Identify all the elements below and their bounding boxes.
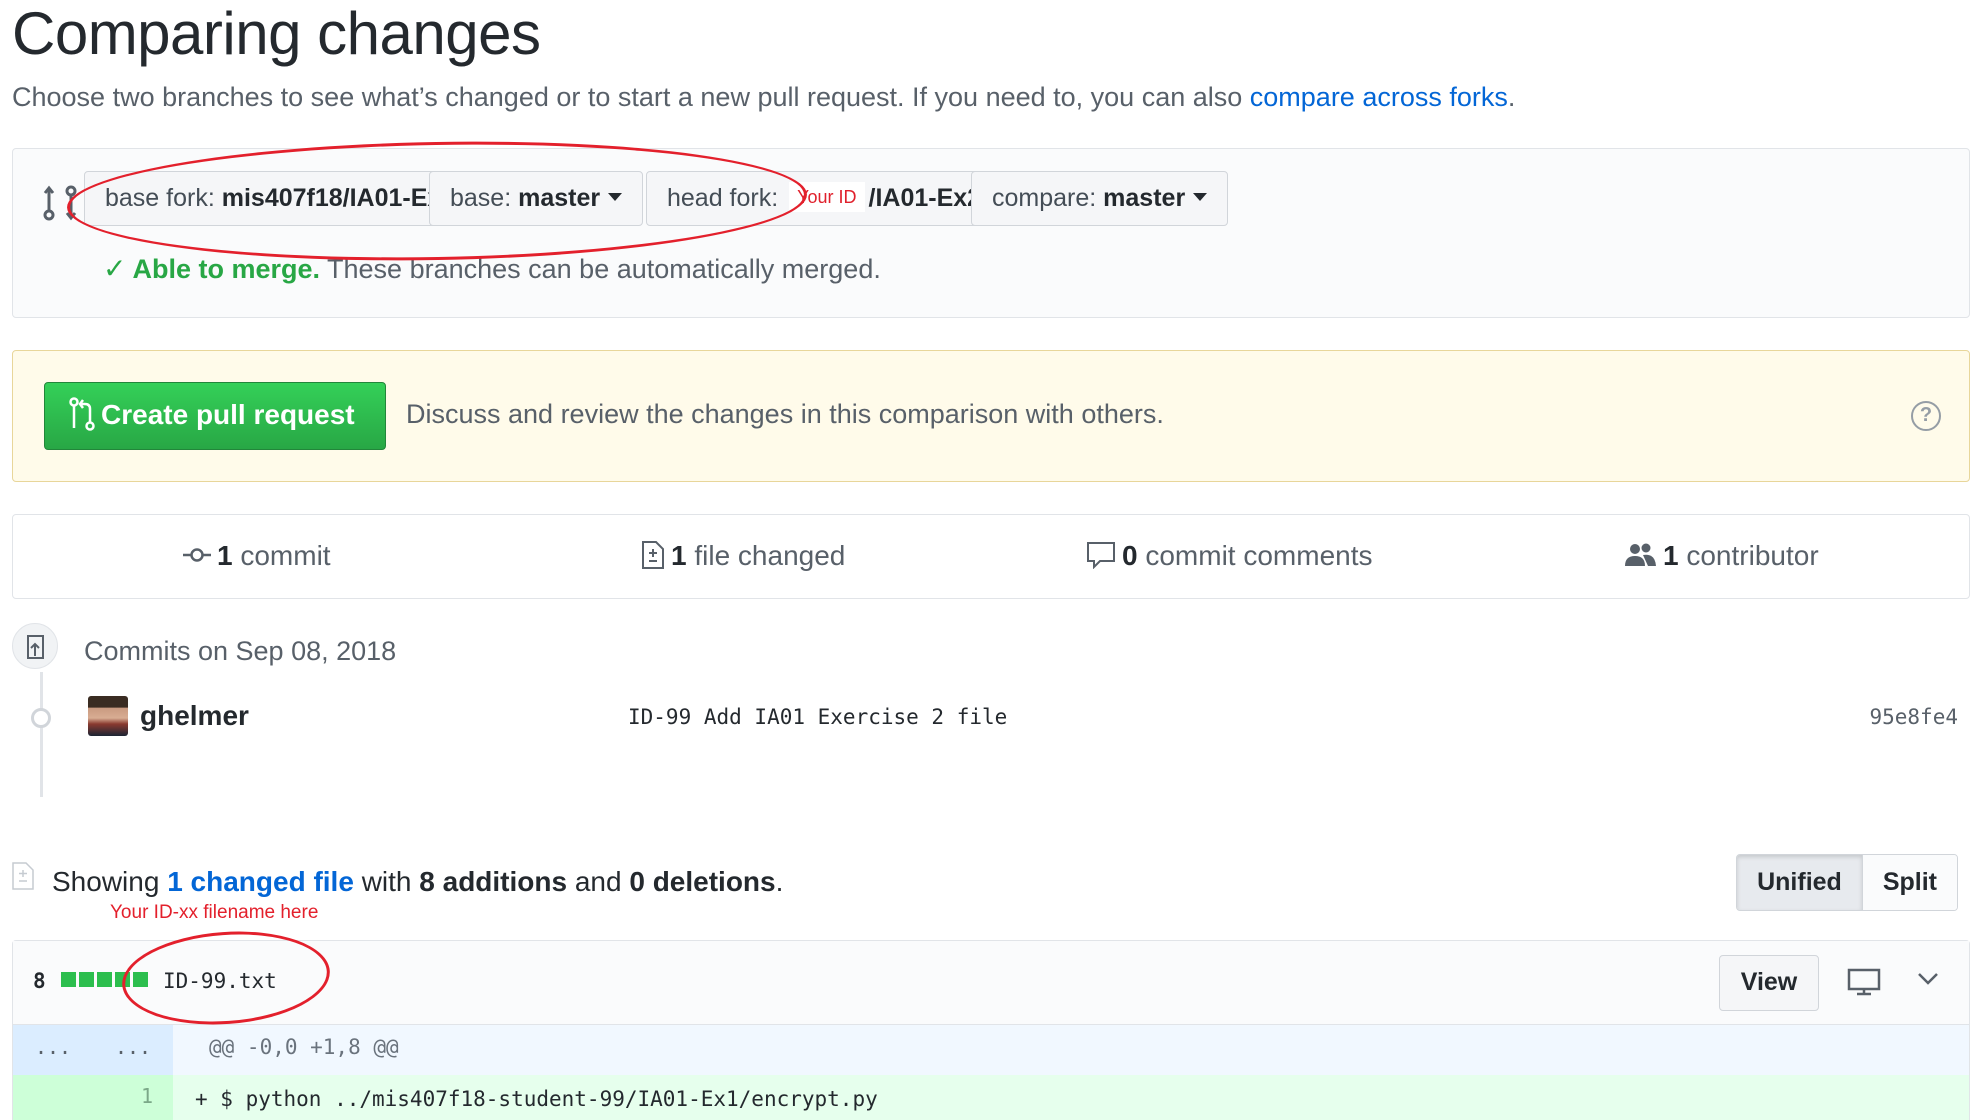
commits-count: 1 — [217, 540, 233, 571]
deletions-text: 0 deletions — [629, 866, 776, 897]
merge-ok-text: Able to merge. — [132, 254, 321, 284]
and-text: and — [574, 866, 622, 897]
diffstat-block — [115, 972, 130, 987]
subtitle-end: . — [1507, 82, 1516, 112]
monitor-icon[interactable] — [1847, 967, 1881, 997]
check-icon: ✓ — [103, 253, 127, 284]
page-subtitle: Choose two branches to see what’s change… — [12, 82, 1515, 113]
files-label: file changed — [694, 540, 846, 571]
diffstat-block — [79, 972, 94, 987]
numbers-summary: 1 commit 1 file changed 0 commit comment… — [12, 514, 1970, 599]
head-fork-label: head fork: — [667, 184, 779, 212]
showing-text: Showing — [52, 866, 160, 897]
subtitle-text: Choose two branches to see what’s change… — [12, 82, 1243, 112]
repo-push-icon — [12, 623, 58, 669]
hunk-old-expand[interactable]: ... — [13, 1025, 93, 1075]
file-diff: 8 ID-99.txt View ... ... @@ -0,0 +1,8 @@… — [12, 940, 1970, 1120]
file-header: 8 ID-99.txt View — [13, 941, 1969, 1025]
diff-view-toggle: Unified Split — [1736, 854, 1958, 911]
base-fork-value: mis407f18/IA01-Ex2 — [221, 184, 456, 212]
compare-across-forks-link[interactable]: compare across forks — [1250, 82, 1508, 112]
pull-request-description: Discuss and review the changes in this c… — [406, 399, 1164, 429]
merge-status-text: These branches can be automatically merg… — [327, 254, 881, 284]
hunk-header: @@ -0,0 +1,8 @@ — [209, 1035, 399, 1059]
hunk-header-row: ... ... @@ -0,0 +1,8 @@ — [13, 1025, 1969, 1075]
page-title: Comparing changes — [12, 0, 541, 67]
comments-label: commit comments — [1145, 540, 1373, 571]
head-fork-select[interactable]: head fork: Your ID/IA01-Ex2 — [646, 171, 1025, 226]
range-editor: base fork: mis407f18/IA01-Ex2 base: mast… — [12, 148, 1970, 318]
commit-message[interactable]: ID-99 Add IA01 Exercise 2 file — [628, 705, 1007, 729]
diff-summary: Showing 1 changed file with 8 additions … — [52, 866, 783, 898]
commits-count-link[interactable]: 1 commit — [183, 515, 331, 597]
view-file-button[interactable]: View — [1719, 955, 1819, 1011]
pull-request-box: Create pull request Discuss and review t… — [12, 350, 1970, 482]
files-count: 1 — [671, 540, 687, 571]
diffstat-bar — [61, 972, 148, 987]
diff-line-text: + $ python ../mis407f18-student-99/IA01-… — [195, 1087, 878, 1111]
commits-label: commit — [240, 540, 331, 571]
diffstat-block — [97, 972, 112, 987]
chevron-down-icon[interactable] — [1917, 971, 1939, 987]
avatar[interactable] — [88, 696, 128, 736]
split-view-button[interactable]: Split — [1862, 855, 1957, 910]
caret-down-icon — [1193, 193, 1208, 202]
help-icon[interactable]: ? — [1911, 401, 1941, 431]
base-branch-value: master — [518, 184, 601, 212]
file-change-count: 8 — [33, 969, 46, 993]
compare-branch-value: master — [1103, 184, 1186, 212]
timeline-line — [40, 672, 43, 797]
commit-icon — [183, 547, 211, 562]
contributors-link[interactable]: 1 contributor — [1623, 515, 1819, 597]
new-line-number[interactable]: 1 — [93, 1075, 173, 1120]
filename-annotation: Your ID-xx filename here — [110, 902, 319, 923]
base-branch-label: base: — [450, 184, 512, 212]
diff-line-addition: 1 + $ python ../mis407f18-student-99/IA0… — [13, 1075, 1969, 1120]
contributors-count: 1 — [1663, 540, 1679, 571]
contributors-label: contributor — [1686, 540, 1819, 571]
comments-count: 0 — [1122, 540, 1138, 571]
base-fork-label: base fork: — [105, 184, 215, 212]
commit-sha[interactable]: 95e8fe4 — [1869, 705, 1958, 729]
file-diff-icon — [12, 862, 34, 890]
with-text: with — [361, 866, 412, 897]
pull-request-icon — [69, 396, 95, 431]
compare-branch-select[interactable]: compare: master — [971, 171, 1229, 226]
compare-arrows-icon — [43, 185, 77, 221]
create-pull-request-button[interactable]: Create pull request — [44, 382, 386, 450]
caret-down-icon — [608, 193, 623, 202]
commit-comments-link[interactable]: 0 commit comments — [1086, 515, 1373, 597]
commit-dot-icon — [31, 708, 51, 728]
head-fork-value: /IA01-Ex2 — [868, 184, 982, 212]
comment-icon — [1087, 541, 1115, 569]
period-text: . — [775, 866, 784, 897]
additions-text: 8 additions — [419, 866, 568, 897]
file-name-link[interactable]: ID-99.txt — [163, 969, 277, 993]
repo-push-glyph — [27, 635, 44, 659]
old-line-number[interactable] — [13, 1075, 93, 1120]
hunk-new-expand[interactable]: ... — [93, 1025, 173, 1075]
files-changed-link[interactable]: 1 file changed — [641, 515, 845, 597]
unified-view-button[interactable]: Unified — [1737, 855, 1863, 910]
diffstat-block — [61, 972, 76, 987]
people-icon — [1625, 543, 1656, 566]
commits-date-heading: Commits on Sep 08, 2018 — [84, 636, 397, 666]
compare-branch-label: compare: — [992, 184, 1097, 212]
file-diff-icon — [642, 540, 664, 569]
your-id-annotation: Your ID — [789, 182, 865, 213]
merge-status: ✓ Able to merge. These branches can be au… — [103, 252, 881, 285]
changed-files-link[interactable]: 1 changed file — [167, 866, 354, 897]
diffstat-block — [133, 972, 148, 987]
commit-author[interactable]: ghelmer — [140, 700, 249, 732]
create-pull-request-label: Create pull request — [101, 399, 355, 430]
base-branch-select[interactable]: base: master — [429, 171, 644, 226]
